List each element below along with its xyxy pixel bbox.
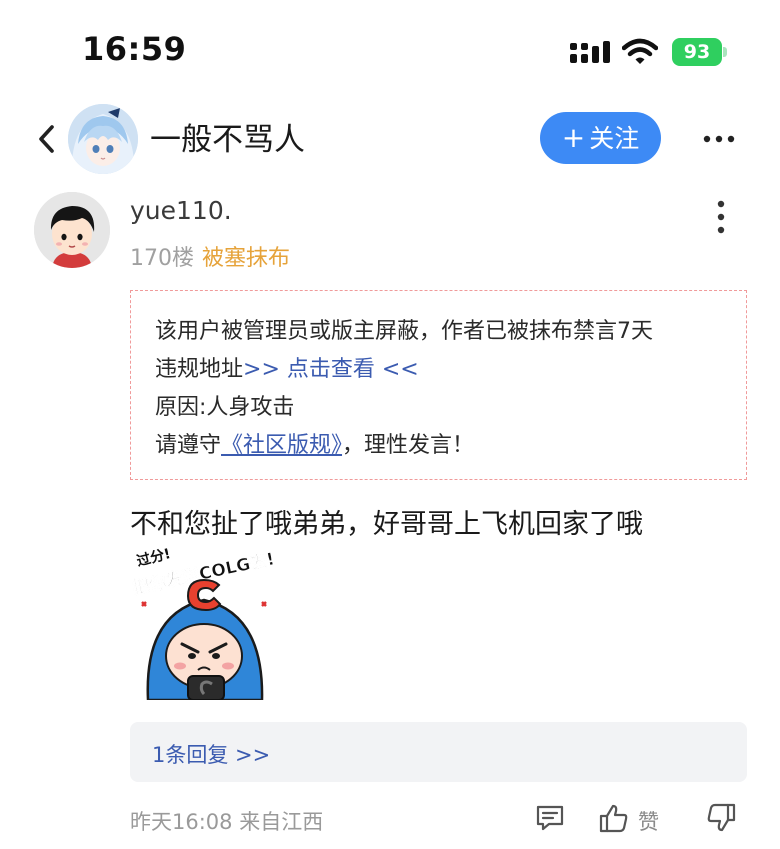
cellular-signal-icon: [570, 41, 610, 63]
notice-line: 该用户被管理员或版主屏蔽，作者已被抹布禁言7天: [155, 319, 653, 344]
user-tag: 被塞抹布: [202, 246, 291, 271]
follow-button[interactable]: + 关注: [540, 112, 661, 164]
replies-box[interactable]: 1条回复 >>: [130, 722, 747, 782]
wifi-icon: [622, 38, 658, 64]
notice-line: 违规地址>> 点击查看 <<: [155, 351, 746, 389]
notice-line: 请遵守《社区版规》，理性发言！: [155, 427, 746, 465]
post-meta: 昨天16:08 来自江西: [130, 810, 324, 834]
colg-sticker-icon[interactable]: 过分! 把你发到COLG去!: [130, 544, 280, 700]
battery-indicator: 93: [672, 38, 728, 66]
status-time: 16:59: [82, 30, 187, 68]
comment-icon[interactable]: [535, 803, 565, 833]
like-label[interactable]: 赞: [638, 806, 659, 836]
author-avatar[interactable]: [68, 104, 138, 174]
sticker-caption-top: 过分!: [135, 545, 172, 570]
anime-character-avatar-icon: [68, 104, 138, 174]
notice-label: 违规地址: [155, 357, 244, 382]
chevron-left-icon[interactable]: [36, 124, 58, 154]
battery-tip: [723, 47, 727, 57]
username[interactable]: yue110.: [130, 196, 232, 225]
more-vertical-icon[interactable]: [716, 200, 726, 234]
thread-header: 一般不骂人 + 关注: [0, 100, 780, 180]
follow-label: 关注: [589, 124, 640, 153]
view-replies-link[interactable]: 1条回复 >>: [152, 739, 270, 769]
notice-reason: 原因:人身攻击: [155, 395, 295, 420]
thumbs-up-icon[interactable]: [598, 802, 630, 834]
plus-icon: +: [561, 121, 586, 154]
moderation-notice: 该用户被管理员或版主屏蔽，作者已被抹布禁言7天 违规地址>> 点击查看 << 原…: [130, 290, 747, 480]
more-horizontal-icon[interactable]: [703, 134, 735, 144]
community-rules-link[interactable]: 《社区版规》: [221, 433, 342, 458]
cartoon-kid-avatar-icon: [34, 192, 110, 268]
notice-label: 请遵守: [155, 433, 222, 458]
thumbs-down-icon[interactable]: [705, 802, 737, 834]
battery-level: 93: [672, 38, 722, 66]
post-text: 不和您扯了哦弟弟，好哥哥上飞机回家了哦: [130, 509, 643, 540]
status-bar: 16:59 93: [0, 0, 780, 100]
view-violation-link[interactable]: >> 点击查看 <<: [243, 357, 419, 382]
floor-number: 170楼: [130, 246, 194, 271]
user-avatar[interactable]: [34, 192, 110, 268]
notice-label: ，理性发言！: [342, 433, 475, 458]
author-name[interactable]: 一般不骂人: [150, 114, 305, 159]
